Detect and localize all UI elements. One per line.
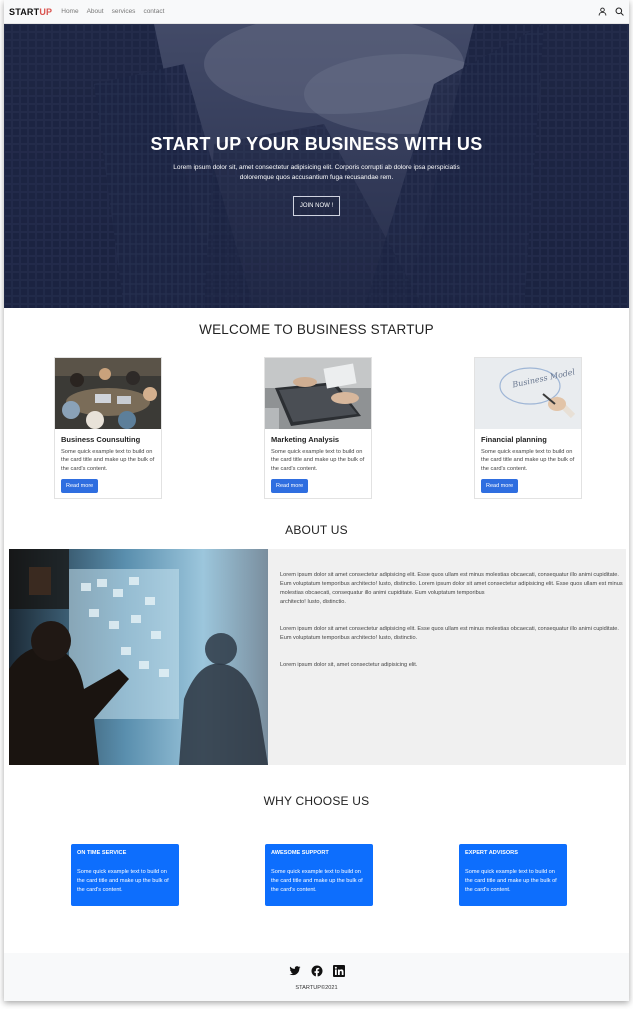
user-icon[interactable] [598, 7, 607, 16]
hero-text: Lorem ipsum dolor sit, amet consectetur … [173, 164, 460, 181]
nav-link-home[interactable]: Home [61, 8, 78, 15]
why-card-awesome-support: AWESOME SUPPORT Some quick example text … [265, 844, 373, 906]
card-image-laptop [265, 358, 371, 429]
about-paragraph-1c: architecto! Iusto, distinctio. [280, 599, 346, 605]
hero-section: START UP YOUR BUSINESS WITH US Lorem ips… [4, 24, 629, 308]
why-card-text: Some quick example text to build on the … [465, 869, 557, 893]
twitter-icon[interactable] [289, 964, 301, 982]
brand-start: START [9, 6, 40, 17]
card-business-consulting: Business Counsulting Some quick example … [54, 357, 162, 499]
about-paragraph-1b: Eum voluptatum temporibus architecto! Iu… [280, 581, 623, 596]
why-card-title: EXPERT ADVISORS [465, 850, 518, 856]
hero-title: START UP YOUR BUSINESS WITH US [150, 134, 483, 154]
why-card-title: ON TIME SERVICE [77, 850, 127, 856]
facebook-icon[interactable] [311, 964, 323, 982]
card-title: Marketing Analysis [271, 435, 340, 444]
brand-up: UP [39, 6, 53, 17]
nav-link-contact[interactable]: contact [143, 8, 164, 15]
navbar: STARTUP Home About services contact [4, 0, 629, 24]
why-card-on-time-service: ON TIME SERVICE Some quick example text … [71, 844, 179, 906]
about-image-whiteboard [9, 549, 268, 765]
linkedin-icon[interactable] [332, 964, 345, 982]
about-text: Lorem ipsum dolor sit amet consectetur a… [280, 571, 626, 681]
card-financial-planning: Business Model Financial planning Some q… [474, 357, 582, 499]
read-more-button[interactable]: Read more [271, 479, 309, 494]
page: STARTUP Home About services contact STAR… [4, 0, 629, 1001]
footer: STARTUP©2021 [4, 953, 629, 1001]
read-more-button[interactable]: Read more [481, 479, 519, 494]
read-more-button[interactable]: Read more [61, 479, 99, 494]
about-title: ABOUT US [285, 523, 348, 537]
why-card-title: AWESOME SUPPORT [271, 850, 329, 856]
about-section: Lorem ipsum dolor sit amet consectetur a… [9, 549, 626, 765]
card-image-business-model: Business Model [475, 358, 581, 429]
welcome-title: WELCOME TO BUSINESS STARTUP [199, 322, 434, 337]
nav-link-services[interactable]: services [112, 8, 136, 15]
card-image-meeting [55, 358, 161, 429]
about-paragraph-1: Lorem ipsum dolor sit amet consectetur a… [280, 572, 619, 578]
copyright-text: STARTUP©2021 [295, 985, 338, 991]
nav-icons [598, 7, 624, 16]
why-card-text: Some quick example text to build on the … [77, 869, 169, 893]
search-icon[interactable] [615, 7, 624, 16]
hero-content: START UP YOUR BUSINESS WITH US Lorem ips… [4, 134, 629, 216]
brand-logo[interactable]: STARTUP [9, 7, 52, 17]
about-paragraph-2: Lorem ipsum dolor sit amet consectetur a… [280, 626, 619, 641]
card-text: Some quick example text to build on the … [61, 449, 155, 472]
card-title: Financial planning [481, 435, 547, 444]
join-now-button[interactable]: JOIN NOW ! [292, 196, 341, 216]
nav-links: Home About services contact [61, 8, 164, 15]
social-links [4, 964, 629, 982]
why-title: WHY CHOOSE US [263, 794, 370, 808]
nav-link-about[interactable]: About [87, 8, 104, 15]
card-marketing-analysis: Marketing Analysis Some quick example te… [264, 357, 372, 499]
why-card-expert-advisors: EXPERT ADVISORS Some quick example text … [459, 844, 567, 906]
card-text: Some quick example text to build on the … [271, 449, 365, 472]
card-title: Business Counsulting [61, 435, 141, 444]
about-paragraph-3: Lorem ipsum dolor sit, amet consectetur … [280, 662, 418, 668]
card-text: Some quick example text to build on the … [481, 449, 575, 472]
why-card-text: Some quick example text to build on the … [271, 869, 363, 893]
